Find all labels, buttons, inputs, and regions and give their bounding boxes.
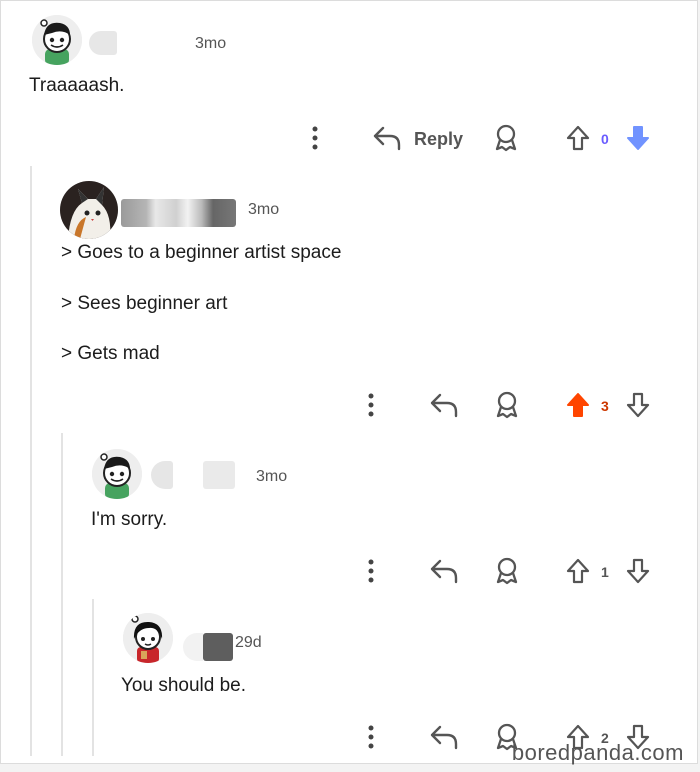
reply-button-label[interactable]: Reply — [414, 129, 463, 150]
username-redacted — [121, 199, 236, 227]
downvote-button[interactable] — [623, 123, 653, 153]
username-redacted — [89, 31, 117, 55]
more-vertical-icon — [368, 393, 374, 417]
upvote-button[interactable] — [563, 390, 593, 420]
username-redacted — [203, 461, 235, 489]
reply-button[interactable] — [426, 555, 462, 587]
username-redacted — [183, 633, 203, 661]
thread-line-level-2[interactable] — [61, 433, 63, 756]
avatar[interactable] — [32, 15, 82, 65]
watermark-text: boredpanda.com — [511, 740, 684, 765]
award-icon — [495, 124, 517, 152]
upvote-arrow-icon — [566, 125, 590, 151]
award-button[interactable] — [491, 123, 521, 153]
snoo-avatar-icon — [92, 449, 142, 499]
vote-score: 1 — [601, 564, 609, 580]
upvote-arrow-icon — [567, 393, 589, 417]
more-options-button[interactable] — [304, 123, 326, 153]
vote-score: 3 — [601, 398, 609, 414]
comment-body-line: > Gets mad — [61, 343, 160, 364]
reply-arrow-icon — [430, 725, 458, 750]
more-vertical-icon — [368, 559, 374, 583]
downvote-button[interactable] — [623, 390, 653, 420]
cat-avatar-icon — [60, 181, 118, 239]
more-vertical-icon — [368, 725, 374, 749]
award-button[interactable] — [492, 556, 522, 586]
downvote-arrow-icon — [626, 392, 650, 418]
reply-arrow-icon — [373, 126, 401, 151]
upvote-button[interactable] — [563, 556, 593, 586]
upvote-arrow-icon — [566, 558, 590, 584]
username-redacted — [203, 633, 233, 661]
downvote-arrow-icon — [626, 558, 650, 584]
reply-button[interactable] — [426, 389, 462, 421]
more-options-button[interactable] — [360, 390, 382, 420]
award-icon — [496, 557, 518, 585]
avatar[interactable] — [60, 181, 118, 239]
award-button[interactable] — [492, 390, 522, 420]
comment-timestamp: 3mo — [248, 201, 280, 218]
snoo-avatar-icon — [123, 613, 173, 663]
comment-timestamp: 29d — [235, 634, 262, 651]
downvote-button[interactable] — [623, 556, 653, 586]
comment-body: You should be. — [121, 675, 247, 696]
downvote-arrow-icon — [627, 126, 649, 150]
reply-arrow-icon — [430, 559, 458, 584]
comment-thread: 3mo Traaaaash. Reply 0 3mo > Goes to a b… — [0, 0, 698, 764]
comment-timestamp: 3mo — [256, 468, 288, 485]
upvote-button[interactable] — [563, 123, 593, 153]
thread-line-level-3[interactable] — [92, 599, 94, 756]
comment-body: Traaaaash. — [29, 75, 125, 96]
avatar[interactable] — [92, 449, 142, 499]
thread-line-level-1[interactable] — [30, 166, 32, 756]
vote-score: 0 — [601, 131, 609, 147]
comment-body: I'm sorry. — [91, 509, 168, 530]
avatar[interactable] — [123, 613, 173, 663]
reply-arrow-icon — [430, 393, 458, 418]
comment-body-line: > Sees beginner art — [61, 293, 228, 314]
comment-body-line: > Goes to a beginner artist space — [61, 242, 342, 263]
award-icon — [496, 391, 518, 419]
more-options-button[interactable] — [360, 556, 382, 586]
more-options-button[interactable] — [360, 722, 382, 752]
username-redacted — [151, 461, 173, 489]
snoo-avatar-icon — [32, 15, 82, 65]
comment-timestamp: 3mo — [195, 35, 227, 52]
more-vertical-icon — [312, 126, 318, 150]
reply-button[interactable] — [369, 122, 405, 154]
reply-button[interactable] — [426, 721, 462, 753]
